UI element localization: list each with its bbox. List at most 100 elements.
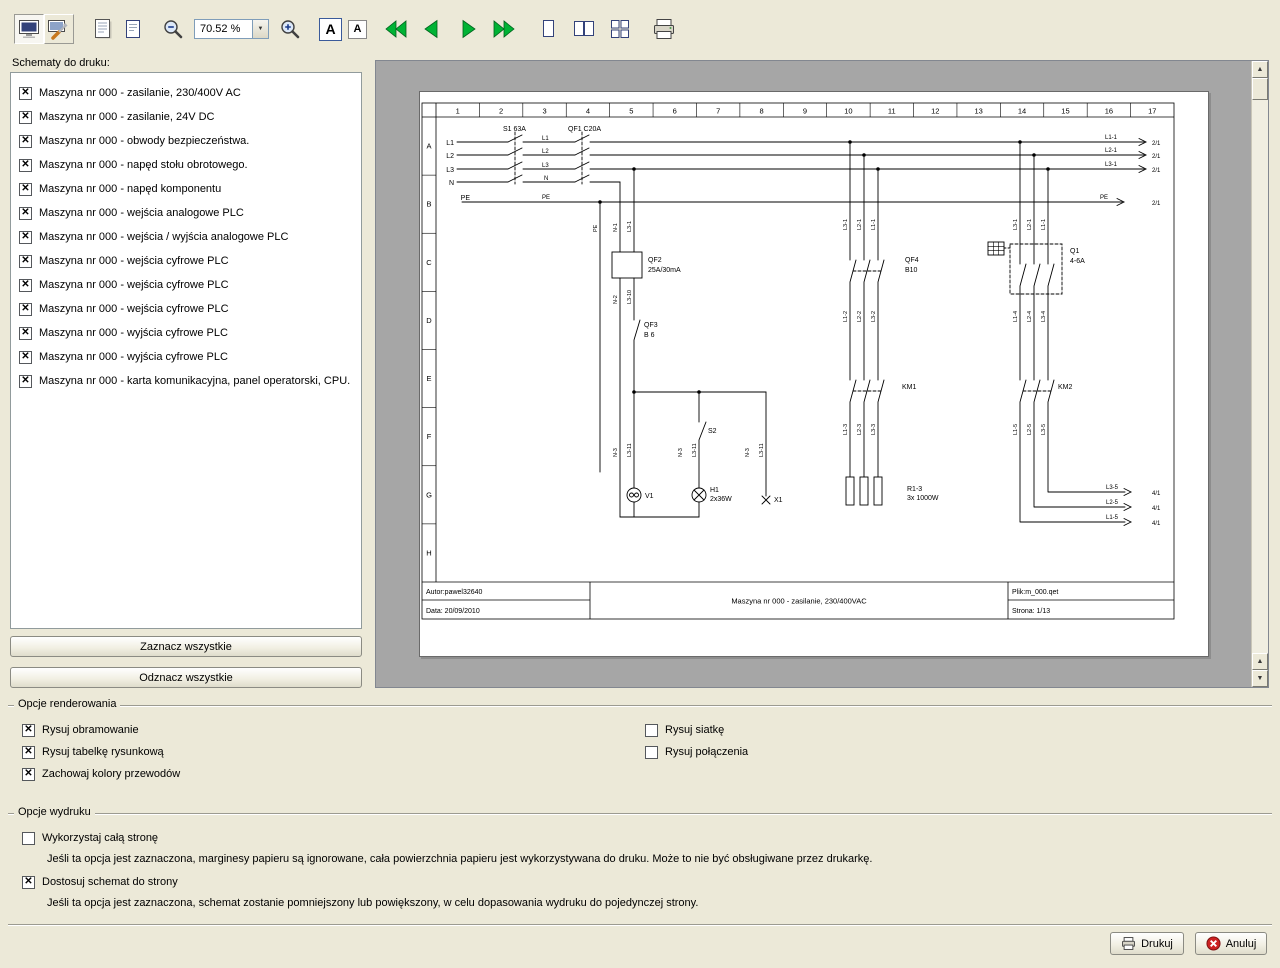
checkbox[interactable] [22, 724, 35, 737]
two-page-view-button[interactable] [569, 14, 599, 44]
checkbox[interactable] [22, 768, 35, 781]
checkbox[interactable] [19, 207, 32, 220]
checkbox[interactable] [22, 832, 35, 845]
checkbox[interactable] [645, 724, 658, 737]
combo-dropdown-button[interactable]: ▼ [252, 20, 268, 38]
checkbox[interactable] [19, 159, 32, 172]
svg-text:QF4: QF4 [905, 257, 919, 264]
schematic-list-item[interactable]: Maszyna nr 000 - wejścia cyfrowe PLC [11, 297, 361, 321]
checkbox[interactable] [19, 111, 32, 124]
svg-text:15: 15 [1061, 107, 1069, 116]
checkbox[interactable] [19, 375, 32, 388]
next-page-button[interactable] [453, 14, 483, 44]
zoom-out-button[interactable] [158, 14, 188, 44]
schematic-list-item[interactable]: Maszyna nr 000 - wejścia cyfrowe PLC [11, 273, 361, 297]
svg-text:3x 1000W: 3x 1000W [907, 495, 939, 502]
zoom-level-select[interactable]: 70.52 % ▼ [194, 19, 269, 39]
option-row[interactable]: Dostosuj schemat do strony [22, 871, 1252, 893]
svg-text:4/1: 4/1 [1152, 521, 1161, 527]
svg-text:L3: L3 [542, 163, 549, 169]
option-row[interactable]: Rysuj połączenia [645, 741, 748, 763]
schematic-list-item[interactable]: Maszyna nr 000 - wyjścia cyfrowe PLC [11, 345, 361, 369]
fit-width-button[interactable]: A [348, 20, 367, 39]
option-row[interactable]: Rysuj obramowanie [22, 719, 180, 741]
checkbox[interactable] [22, 746, 35, 759]
deselect-all-button[interactable]: Odznacz wszystkie [10, 667, 362, 688]
svg-text:11: 11 [888, 107, 896, 116]
checkbox-label: Maszyna nr 000 - wejścia cyfrowe PLC [39, 303, 229, 315]
render-options-column-2: Rysuj siatkęRysuj połączenia [645, 719, 748, 763]
render-options-title: Opcje renderowania [14, 698, 120, 710]
page-setup-button[interactable] [88, 14, 118, 44]
checkbox-label: Maszyna nr 000 - wyjścia cyfrowe PLC [39, 327, 228, 339]
checkbox-label: Dostosuj schemat do strony [42, 876, 178, 888]
four-page-view-button[interactable] [605, 14, 635, 44]
checkbox[interactable] [19, 231, 32, 244]
svg-text:25A/30mA: 25A/30mA [648, 267, 681, 274]
page-preview-button[interactable] [118, 14, 148, 44]
svg-text:L3-1: L3-1 [1013, 219, 1019, 230]
checkbox[interactable] [19, 351, 32, 364]
schematic-list-item[interactable]: Maszyna nr 000 - napęd stołu obrotowego. [11, 153, 361, 177]
schematic-drawing: 1234567891011121314151617 ABCDEFGH [420, 92, 1210, 658]
svg-text:5: 5 [629, 107, 633, 116]
option-row[interactable]: Zachowaj kolory przewodów [22, 763, 180, 785]
schematic-list-item[interactable]: Maszyna nr 000 - napęd komponentu [11, 177, 361, 201]
svg-text:L3-3: L3-3 [871, 424, 877, 435]
select-all-button[interactable]: Zaznacz wszystkie [10, 636, 362, 657]
preview-scrollbar[interactable]: ▲ ▲ ▼ [1251, 61, 1268, 687]
scroll-up-button[interactable]: ▲ [1252, 61, 1268, 78]
svg-text:N-1: N-1 [613, 223, 619, 232]
preview-area: 1234567891011121314151617 ABCDEFGH [375, 60, 1269, 688]
checkbox[interactable] [22, 876, 35, 889]
previous-page-button[interactable] [417, 14, 447, 44]
zoom-in-button[interactable] [275, 14, 305, 44]
checkbox[interactable] [645, 746, 658, 759]
checkbox[interactable] [19, 255, 32, 268]
one-page-view-button[interactable] [533, 14, 563, 44]
option-row[interactable]: Rysuj tabelkę rysunkową [22, 741, 180, 763]
deselect-all-label: Odznacz wszystkie [139, 672, 233, 684]
svg-text:12: 12 [931, 107, 939, 116]
last-page-icon [491, 17, 517, 41]
svg-text:KM1: KM1 [902, 384, 917, 391]
print-toolbar-button[interactable] [649, 14, 679, 44]
schematic-list-item[interactable]: Maszyna nr 000 - zasilanie, 230/400V AC [11, 81, 361, 105]
checkbox[interactable] [19, 279, 32, 292]
option-row[interactable]: Rysuj siatkę [645, 719, 748, 741]
fit-page-button[interactable]: A [319, 18, 342, 41]
scroll-up-button-bottom[interactable]: ▲ [1252, 653, 1268, 670]
scroll-thumb[interactable] [1252, 78, 1268, 100]
svg-text:L2-1: L2-1 [1027, 219, 1033, 230]
display-preview-button[interactable] [14, 14, 44, 44]
schematic-list-item[interactable]: Maszyna nr 000 - obwody bezpieczeństwa. [11, 129, 361, 153]
checkbox[interactable] [19, 327, 32, 340]
schematics-list[interactable]: Maszyna nr 000 - zasilanie, 230/400V ACM… [10, 72, 362, 629]
schematic-list-item[interactable]: Maszyna nr 000 - wejścia / wyjścia analo… [11, 225, 361, 249]
two-page-view-icon [572, 17, 596, 41]
svg-text:8: 8 [760, 107, 764, 116]
svg-text:L1: L1 [446, 140, 454, 147]
schematic-list-item[interactable]: Maszyna nr 000 - zasilanie, 24V DC [11, 105, 361, 129]
svg-text:L3-2: L3-2 [871, 311, 877, 322]
svg-text:H1: H1 [710, 487, 719, 494]
checkbox[interactable] [19, 303, 32, 316]
svg-text:14: 14 [1018, 107, 1026, 116]
cancel-button[interactable]: Anuluj [1195, 932, 1267, 955]
checkbox[interactable] [19, 183, 32, 196]
fit-width-icon: A [354, 23, 362, 35]
schematic-list-item[interactable]: Maszyna nr 000 - wejścia analogowe PLC [11, 201, 361, 225]
schematic-list-item[interactable]: Maszyna nr 000 - wyjścia cyfrowe PLC [11, 321, 361, 345]
first-page-button[interactable] [381, 14, 411, 44]
cancel-icon [1206, 936, 1221, 951]
print-button[interactable]: Drukuj [1110, 932, 1184, 955]
schematic-list-item[interactable]: Maszyna nr 000 - karta komunikacyjna, pa… [11, 369, 361, 393]
svg-text:F: F [427, 432, 432, 441]
checkbox[interactable] [19, 87, 32, 100]
print-options-button[interactable] [44, 14, 74, 44]
option-row[interactable]: Wykorzystaj całą stronę [22, 827, 1252, 849]
checkbox[interactable] [19, 135, 32, 148]
last-page-button[interactable] [489, 14, 519, 44]
scroll-down-button[interactable]: ▼ [1252, 670, 1268, 687]
schematic-list-item[interactable]: Maszyna nr 000 - wejścia cyfrowe PLC [11, 249, 361, 273]
